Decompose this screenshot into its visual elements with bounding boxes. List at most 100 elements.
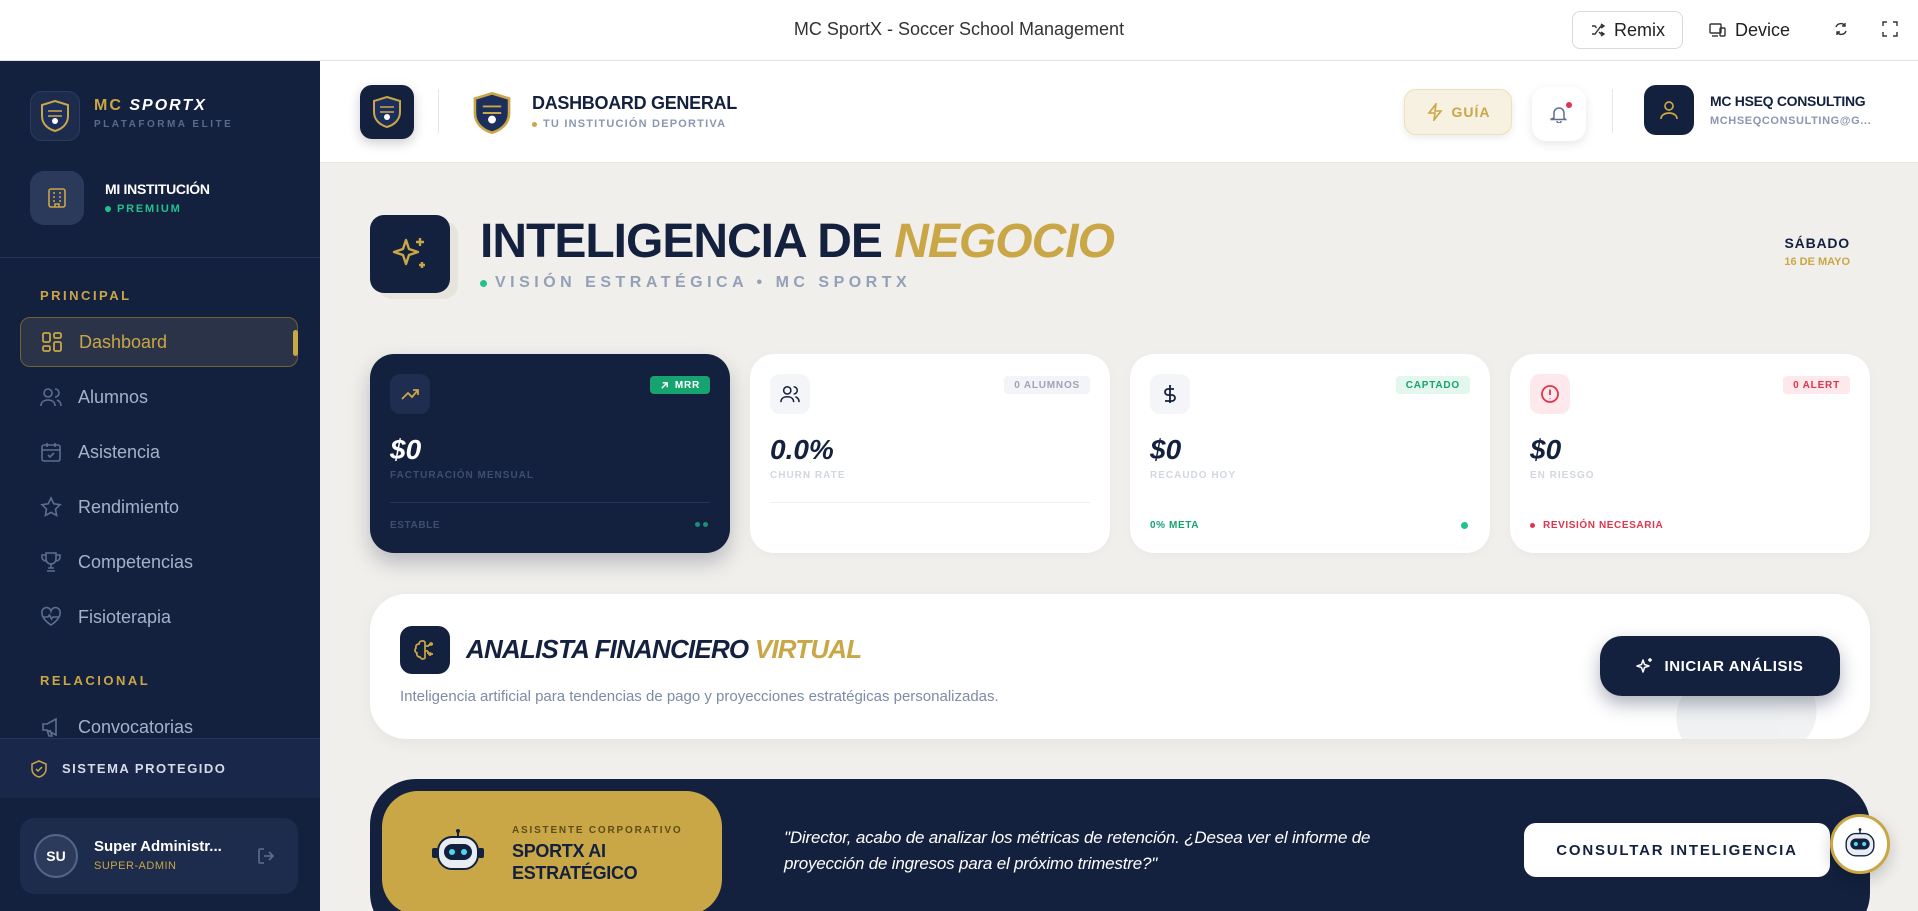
remix-button[interactable]: Remix bbox=[1572, 11, 1683, 49]
start-analysis-button[interactable]: INICIAR ANÁLISIS bbox=[1600, 636, 1840, 696]
institution-button[interactable] bbox=[30, 171, 84, 225]
calendar-check-icon bbox=[41, 443, 61, 462]
bell-icon bbox=[1550, 107, 1568, 123]
account-name: MC HSEQ CONSULTING bbox=[1710, 93, 1866, 109]
chatbot-launcher-button[interactable] bbox=[1830, 814, 1890, 874]
fullscreen-icon bbox=[1882, 21, 1898, 37]
brand-logo[interactable] bbox=[30, 91, 80, 141]
account-email: MCHSEQCONSULTING@G... bbox=[1710, 115, 1872, 127]
kpi-badge-label: 0 ALUMNOS bbox=[1014, 379, 1080, 391]
brand-name-first: MC bbox=[94, 97, 123, 114]
institution-name: MI INSTITUCIÓN bbox=[105, 181, 210, 197]
window-title-bar: MC SportX - Soccer School Management Rem… bbox=[0, 0, 1918, 61]
consult-intelligence-button[interactable]: CONSULTAR INTELIGENCIA bbox=[1524, 823, 1830, 877]
users-icon bbox=[40, 388, 62, 407]
arrow-up-right-icon bbox=[661, 381, 668, 389]
sidebar-item-label: Alumnos bbox=[78, 386, 149, 407]
users-icon bbox=[780, 385, 800, 403]
device-icon bbox=[1709, 23, 1726, 37]
status-dot bbox=[695, 522, 700, 527]
sidebar-item-label: Dashboard bbox=[79, 331, 168, 352]
refresh-icon bbox=[1835, 22, 1847, 36]
sidebar-item-asistencia[interactable]: Asistencia bbox=[20, 427, 298, 477]
institution-crest bbox=[470, 91, 514, 135]
current-date: 16 DE MAYO bbox=[1784, 256, 1850, 268]
status-dot bbox=[1461, 522, 1468, 529]
kpi-badge: 0 ALERT bbox=[1783, 376, 1850, 394]
assistant-identity-panel: ASISTENTE CORPORATIVO SPORTX AI ESTRATÉG… bbox=[382, 791, 722, 911]
kpi-footer: 0% META bbox=[1150, 520, 1200, 531]
device-button[interactable]: Device bbox=[1709, 11, 1790, 49]
sidebar-item-fisioterapia[interactable]: Fisioterapia bbox=[20, 592, 298, 642]
building-icon bbox=[48, 188, 66, 208]
section-principal: PRINCIPAL bbox=[40, 288, 132, 303]
header-title: DASHBOARD GENERAL bbox=[532, 93, 737, 113]
kpi-icon-box bbox=[390, 374, 430, 414]
kpi-label: FACTURACIÓN MENSUAL bbox=[390, 470, 534, 481]
header-logo-button[interactable] bbox=[360, 85, 414, 139]
kpi-card-risk[interactable]: 0 ALERT $0 EN RIESGO REVISIÓN NECESARIA bbox=[1510, 354, 1870, 553]
star-icon bbox=[40, 496, 62, 517]
app-root: MC SportX - Soccer School Management Rem… bbox=[0, 0, 1918, 911]
sidebar-item-rendimiento[interactable]: Rendimiento bbox=[20, 482, 298, 532]
kpi-footer: REVISIÓN NECESARIA bbox=[1530, 520, 1663, 531]
sidebar-item-dashboard[interactable]: Dashboard bbox=[20, 317, 298, 367]
dollar-icon bbox=[1164, 385, 1176, 403]
system-protected-banner: SISTEMA PROTEGIDO bbox=[0, 738, 320, 798]
notifications-button[interactable] bbox=[1532, 87, 1586, 141]
shield-crest-icon bbox=[473, 92, 511, 134]
guide-button[interactable]: GUÍA bbox=[1404, 89, 1512, 135]
brand-name-second: SPORTX bbox=[129, 97, 207, 114]
kpi-label: RECAUDO HOY bbox=[1150, 470, 1237, 481]
analyst-description: Inteligencia artificial para tendencias … bbox=[400, 688, 999, 705]
kpi-value: $0 bbox=[1150, 434, 1182, 465]
system-protected-label: SISTEMA PROTEGIDO bbox=[62, 761, 227, 776]
sidebar-item-label: Convocatorias bbox=[78, 716, 194, 737]
assistant-message: "Director, acabo de analizar los métrica… bbox=[784, 828, 1371, 874]
assistant-name: SPORTX AI ESTRATÉGICO bbox=[512, 841, 638, 883]
page-title: INTELIGENCIA DE NEGOCIO bbox=[480, 214, 1115, 269]
sparkles-icon bbox=[392, 238, 425, 268]
status-dot bbox=[1530, 523, 1535, 528]
kpi-badge: CAPTADO bbox=[1395, 376, 1470, 394]
megaphone-icon bbox=[42, 717, 57, 737]
kpi-badge-label: CAPTADO bbox=[1405, 379, 1460, 391]
refresh-button[interactable] bbox=[1830, 18, 1852, 40]
user-card[interactable]: SU Super Administr... SUPER-ADMIN bbox=[20, 818, 298, 894]
kpi-badge-label: MRR bbox=[674, 379, 700, 391]
kpi-label: CHURN RATE bbox=[770, 470, 846, 481]
robot-icon bbox=[432, 829, 484, 870]
account-button[interactable] bbox=[1644, 85, 1694, 135]
notification-dot bbox=[1566, 102, 1572, 108]
current-day: SÁBADO bbox=[1784, 235, 1850, 251]
trending-up-icon bbox=[401, 389, 419, 400]
assistant-kicker: ASISTENTE CORPORATIVO bbox=[512, 825, 683, 836]
trophy-icon bbox=[41, 552, 61, 572]
kpi-badge: MRR bbox=[649, 376, 710, 394]
sidebar: MC SPORTX PLATAFORMA ELITE MI INSTITUCIÓ… bbox=[0, 61, 320, 911]
lightning-icon bbox=[1426, 103, 1443, 121]
remix-icon bbox=[1591, 23, 1606, 37]
status-dot bbox=[703, 522, 708, 527]
sidebar-item-competencias[interactable]: Competencias bbox=[20, 537, 298, 587]
sidebar-item-alumnos[interactable]: Alumnos bbox=[20, 372, 298, 422]
kpi-card-churn[interactable]: 0 ALUMNOS 0.0% CHURN RATE bbox=[750, 354, 1110, 553]
business-intelligence-badge bbox=[370, 215, 450, 293]
sparkles-icon bbox=[1636, 658, 1653, 673]
kpi-footer-label: REVISIÓN NECESARIA bbox=[1543, 520, 1664, 531]
page-title-accent: NEGOCIO bbox=[894, 215, 1115, 268]
analyst-title-accent: VIRTUAL bbox=[754, 634, 862, 664]
logout-button[interactable] bbox=[256, 846, 276, 871]
analyst-icon-box bbox=[400, 626, 450, 674]
remix-label: Remix bbox=[1613, 19, 1665, 40]
kpi-icon-box bbox=[770, 374, 810, 414]
kpi-card-mrr[interactable]: MRR $0 FACTURACIÓN MENSUAL ESTABLE bbox=[370, 354, 730, 553]
alert-circle-icon bbox=[1541, 385, 1559, 403]
fullscreen-button[interactable] bbox=[1879, 18, 1901, 40]
header-subtitle: TU INSTITUCIÓN DEPORTIVA bbox=[532, 118, 726, 130]
shield-check-icon bbox=[31, 759, 47, 778]
user-name: Super Administr... bbox=[94, 838, 222, 855]
kpi-card-collected[interactable]: CAPTADO $0 RECAUDO HOY 0% META bbox=[1130, 354, 1490, 553]
kpi-label: EN RIESGO bbox=[1530, 470, 1595, 481]
sidebar-item-label: Fisioterapia bbox=[78, 606, 172, 627]
